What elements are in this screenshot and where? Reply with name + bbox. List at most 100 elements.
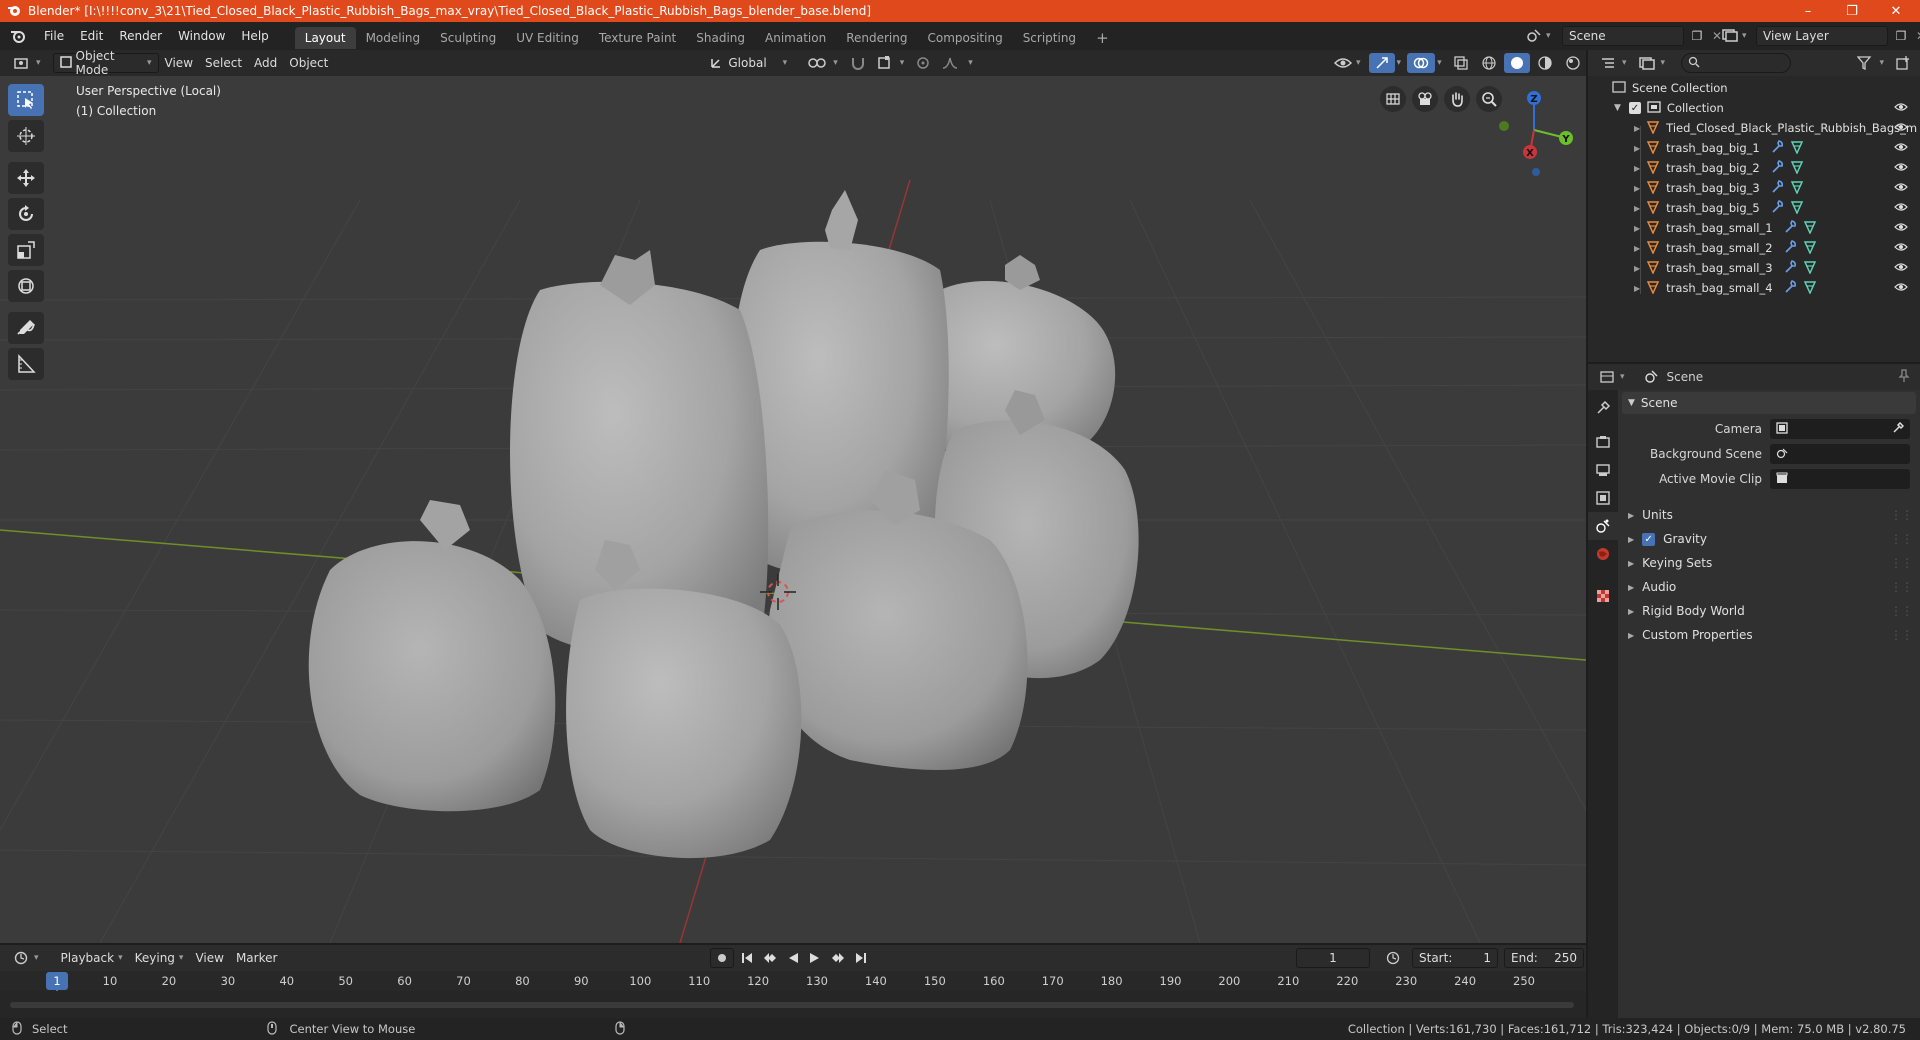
mesh-data-icon[interactable] (1790, 160, 1804, 177)
snap-target-icon[interactable]: ▾ (872, 53, 911, 73)
camera-view-icon[interactable] (1412, 86, 1438, 112)
outliner-row-object[interactable]: ▶ trash_bag_small_3 (1588, 258, 1920, 278)
modifier-wrench-icon[interactable] (1770, 179, 1784, 197)
outliner-row-scene-collection[interactable]: Scene Collection (1588, 78, 1920, 98)
scene-icon[interactable] (1526, 27, 1542, 46)
add-workspace-button[interactable]: + (1086, 27, 1119, 49)
viewport-menu-view[interactable]: View (159, 53, 199, 73)
object-visibility-eye-icon[interactable] (1894, 141, 1908, 155)
properties-subsection[interactable]: ▶ Rigid Body World ⋮⋮ (1622, 600, 1916, 622)
blender-menu-icon[interactable] (0, 29, 36, 43)
toggle-camera-view-grid-icon[interactable] (1380, 86, 1406, 112)
outliner-editor-type-icon[interactable]: ▾ (1594, 53, 1633, 73)
move-tool[interactable] (8, 162, 44, 194)
remove-view-layer-icon[interactable]: ✕ (1914, 29, 1920, 43)
modifier-wrench-icon[interactable] (1770, 139, 1784, 157)
jump-keyframe-forward-icon[interactable] (828, 948, 848, 968)
collection-checkbox[interactable]: ✓ (1628, 102, 1641, 114)
modifier-wrench-icon[interactable] (1770, 159, 1784, 177)
mesh-data-icon[interactable] (1790, 180, 1804, 197)
mesh-data-icon[interactable] (1803, 280, 1817, 297)
cursor-tool[interactable] (8, 120, 44, 152)
material-shading-icon[interactable] (1532, 53, 1558, 73)
object-visibility-eye-icon[interactable] (1894, 121, 1908, 135)
menu-file[interactable]: File (36, 22, 72, 50)
object-visibility-eye-icon[interactable] (1894, 201, 1908, 215)
properties-subsection[interactable]: ▶ Units ⋮⋮ (1622, 504, 1916, 526)
modifier-wrench-icon[interactable] (1783, 259, 1797, 277)
modifier-wrench-icon[interactable] (1783, 279, 1797, 297)
pan-view-hand-icon[interactable] (1444, 86, 1470, 112)
pivot-point-icon[interactable]: ▾ (801, 53, 844, 73)
mesh-data-icon[interactable] (1790, 200, 1804, 217)
texture-properties-tab-icon[interactable] (1588, 582, 1618, 610)
object-visibility-eye-icon[interactable] (1894, 181, 1908, 195)
drag-handle-icon[interactable]: ⋮⋮ (1890, 628, 1913, 642)
scale-tool[interactable] (8, 234, 44, 266)
eyedropper-icon[interactable] (1892, 421, 1905, 437)
current-frame-field[interactable]: 1 (1296, 948, 1370, 968)
tab-layout[interactable]: Layout (294, 27, 356, 49)
view-layer-icon[interactable] (1722, 28, 1738, 45)
pin-icon[interactable] (1898, 368, 1910, 386)
rotate-tool[interactable] (8, 198, 44, 230)
object-visibility-eye-icon[interactable] (1894, 281, 1908, 295)
modifier-wrench-icon[interactable] (1783, 239, 1797, 257)
timeline-scrollbar[interactable] (10, 1002, 1574, 1008)
view-layer-properties-tab-icon[interactable] (1588, 484, 1618, 512)
output-properties-tab-icon[interactable] (1588, 456, 1618, 484)
tab-texture-paint[interactable]: Texture Paint (589, 27, 686, 49)
outliner-row-object[interactable]: ▶ trash_bag_small_1 (1588, 218, 1920, 238)
measure-tool[interactable] (8, 348, 44, 380)
mesh-data-icon[interactable] (1803, 240, 1817, 257)
drag-handle-icon[interactable]: ⋮⋮ (1890, 604, 1913, 618)
transform-tool[interactable] (8, 270, 44, 302)
properties-subsection[interactable]: ▶ Keying Sets ⋮⋮ (1622, 552, 1916, 574)
mode-dropdown[interactable]: Object Mode ▾ (52, 50, 159, 77)
timeline-editor-type-icon[interactable]: ▾ (8, 948, 45, 968)
outliner-row-object[interactable]: ▶ Tied_Closed_Black_Plastic_Rubbish_Bags_… (1588, 118, 1920, 138)
new-collection-icon[interactable] (1890, 53, 1916, 73)
gizmo-toggle-icon[interactable] (1368, 53, 1395, 73)
playback-menu[interactable]: Playback ▾ (55, 948, 129, 968)
camera-field[interactable] (1770, 419, 1910, 439)
timeline-view-menu[interactable]: View (189, 948, 229, 968)
close-window-button[interactable]: ✕ (1874, 0, 1918, 22)
menu-help[interactable]: Help (233, 22, 276, 50)
select-box-tool[interactable] (8, 84, 44, 116)
mesh-data-icon[interactable] (1790, 140, 1804, 157)
outliner-row-object[interactable]: ▶ trash_bag_small_4 (1588, 278, 1920, 298)
proportional-edit-icon[interactable] (910, 53, 936, 73)
display-mode-icon[interactable]: ▾ (1633, 53, 1672, 73)
annotate-tool[interactable] (8, 312, 44, 344)
drag-handle-icon[interactable]: ⋮⋮ (1890, 556, 1913, 570)
3d-viewport[interactable]: ▾ Object Mode ▾ View Select Add Object G… (0, 50, 1586, 943)
end-frame-field[interactable]: End: 250 (1504, 948, 1584, 968)
menu-render[interactable]: Render (111, 22, 170, 50)
drag-handle-icon[interactable]: ⋮⋮ (1890, 532, 1913, 546)
mesh-data-icon[interactable] (1803, 220, 1817, 237)
properties-editor-type-icon[interactable]: ▾ (1594, 367, 1631, 387)
gravity-checkbox[interactable]: ✓ (1642, 532, 1656, 546)
keying-menu[interactable]: Keying ▾ (129, 948, 190, 968)
falloff-icon[interactable]: ▾ (936, 53, 979, 73)
tab-modeling[interactable]: Modeling (356, 27, 431, 49)
rendered-shading-icon[interactable] (1560, 53, 1586, 73)
tab-rendering[interactable]: Rendering (836, 27, 917, 49)
tab-uv-editing[interactable]: UV Editing (506, 27, 589, 49)
menu-window[interactable]: Window (170, 22, 233, 50)
marker-menu[interactable]: Marker (230, 948, 283, 968)
timeline-ruler[interactable]: 1102030405060708090100110120130140150160… (0, 971, 1586, 1018)
start-frame-field[interactable]: Start: 1 (1412, 948, 1498, 968)
solid-shading-icon[interactable] (1503, 53, 1530, 73)
view-layer-field[interactable]: View Layer (1756, 26, 1888, 46)
visibility-icon[interactable]: ▾ (1328, 53, 1367, 73)
filter-icon[interactable]: ▾ (1851, 53, 1890, 73)
properties-subsection[interactable]: ▶ ✓ Gravity ⋮⋮ (1622, 528, 1916, 550)
drag-handle-icon[interactable]: ⋮⋮ (1890, 580, 1913, 594)
object-visibility-eye-icon[interactable] (1894, 261, 1908, 275)
overlays-toggle-icon[interactable] (1407, 53, 1436, 73)
scene-section-header[interactable]: ▼ Scene (1622, 392, 1916, 414)
transform-orientation-dropdown[interactable]: Global ▾ (704, 53, 793, 73)
outliner-row-object[interactable]: ▶ trash_bag_small_2 (1588, 238, 1920, 258)
